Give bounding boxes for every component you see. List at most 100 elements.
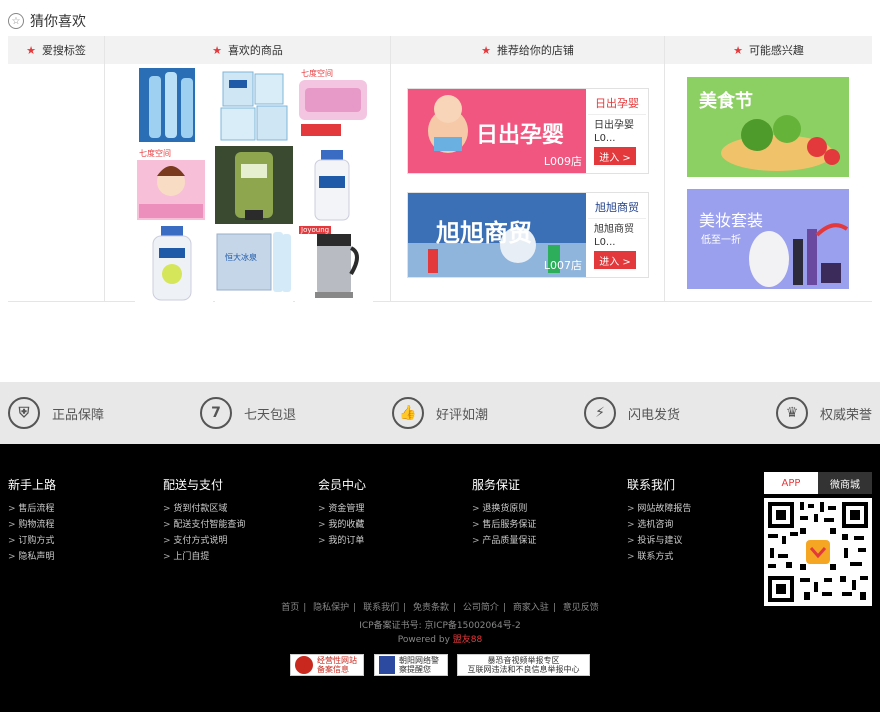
footer-link-feedback[interactable]: 意见反馈 [563, 603, 599, 613]
interest-beauty-set[interactable]: 美妆套装 低至一折 [687, 189, 849, 289]
enter-shop-button[interactable]: 进入 > [594, 251, 636, 269]
shop-card[interactable]: 旭旭商贸 L007店 旭旭商贸 旭旭商贸 L0... 进入 > [407, 192, 649, 278]
powered-by-text: Powered by [397, 635, 450, 645]
footer-link[interactable]: 我的订单 [318, 533, 366, 549]
footer-col-newbie: 新手上路 售后流程 购物流程 订购方式 隐私声明 [8, 476, 56, 565]
guarantee-item: ⛨ 正品保障 [8, 396, 104, 430]
product-safeguard-lotion[interactable] [135, 224, 213, 302]
footer-link[interactable]: 配送支付智能查询 [163, 517, 245, 533]
interest-column-header: ★ 可能感兴趣 [665, 36, 872, 64]
star-icon: ★ [733, 43, 743, 57]
footer-link[interactable]: 产品质量保证 [472, 533, 536, 549]
shop-name: 旭旭商贸 [594, 224, 634, 235]
footer-col-title: 会员中心 [318, 478, 367, 492]
footer-col-service: 服务保证 退换货原则 售后服务保证 产品质量保证 [472, 476, 536, 549]
footer-link[interactable]: 支付方式说明 [163, 533, 245, 549]
crown-icon: ♛ [776, 397, 808, 429]
star-icon: ★ [212, 43, 222, 57]
guarantee-bar: ⛨ 正品保障 7 七天包退 👍 好评如潮 ⚡ 闪电发货 ♛ 权威荣誉 [0, 382, 880, 444]
footer-link-home[interactable]: 首页 [281, 603, 299, 613]
shop-logo: 日出孕婴 [588, 91, 646, 115]
product-water-case[interactable]: 恒大冰泉 [215, 224, 293, 302]
product-tissue-packs[interactable] [215, 66, 293, 144]
badge-business-site[interactable]: 经营性网站 备案信息 [290, 654, 364, 676]
tags-column: ★ 爱搜标签 [8, 36, 105, 302]
footer-link-privacy[interactable]: 隐私保护 [313, 603, 349, 613]
lightning-icon: ⚡ [584, 397, 616, 429]
footer-link[interactable]: 货到付款区域 [163, 501, 245, 517]
footer-link[interactable]: 我的收藏 [318, 517, 366, 533]
shops-column: ★ 推荐给你的店铺 日出孕婴 L009店 日出孕婴 日出孕婴 L0... 进入 >… [391, 36, 665, 302]
badge-line: 备案信息 [317, 665, 349, 674]
icp-license: ICP备案证书号: 京ICP备15002064号-2 [359, 621, 521, 631]
interest-title: 美食节 [699, 91, 753, 112]
guarantee-label: 权威荣誉 [820, 407, 873, 423]
shop-info: 旭旭商贸 旭旭商贸 L0... 进入 > [586, 193, 648, 277]
shop-store-number: L007店 [543, 259, 582, 272]
badge-report-center[interactable]: 暴恐音视频举报专区 互联网违法和不良信息举报中心 [457, 654, 590, 676]
guarantee-item: 👍 好评如潮 [392, 396, 488, 430]
powered-by-brand[interactable]: 盟友88 [453, 635, 482, 645]
footer-link[interactable]: 投诉与建议 [627, 533, 691, 549]
guarantee-label: 好评如潮 [436, 407, 489, 423]
badge-line: 朝阳网络警 [399, 656, 439, 665]
product-sanitary-pads[interactable]: 七度空间 [295, 66, 373, 144]
footer-link-merchant[interactable]: 商家入驻 [513, 603, 549, 613]
footer-link[interactable]: 售后流程 [8, 501, 56, 517]
shop-banner[interactable]: 旭旭商贸 L007店 [408, 193, 586, 277]
qr-code [764, 498, 872, 606]
shop-code: L0... [594, 133, 616, 144]
interest-food-festival[interactable]: 美食节 [687, 77, 849, 177]
footer-link[interactable]: 上门自提 [163, 549, 245, 565]
enter-shop-button[interactable]: 进入 > [594, 147, 636, 165]
badge-line: 察提醒您 [399, 665, 431, 674]
footer-link[interactable]: 隐私声明 [8, 549, 56, 565]
footer-link-disclaimer[interactable]: 免责条款 [413, 603, 449, 613]
product-water-bottles[interactable] [135, 66, 213, 144]
footer-link-contact[interactable]: 联系我们 [363, 603, 399, 613]
product-soymilk-maker[interactable]: Joyoung [295, 224, 373, 302]
tags-column-header: ★ 爱搜标签 [8, 36, 104, 64]
shops-column-header: ★ 推荐给你的店铺 [391, 36, 664, 64]
product-label: Joyoung [299, 226, 332, 234]
footer-link[interactable]: 资金管理 [318, 501, 366, 517]
products-column: ★ 喜欢的商品 七度空间 七度空间 恒大冰泉 Joyoung [105, 36, 391, 302]
tab-app[interactable]: APP [764, 472, 818, 494]
footer-link[interactable]: 退换货原则 [472, 501, 536, 517]
tab-wechat-mall[interactable]: 微商城 [818, 472, 872, 494]
guarantee-item: ♛ 权威荣誉 [776, 396, 872, 430]
product-pads-box[interactable]: 七度空间 [135, 146, 213, 224]
shop-code: L0... [594, 237, 616, 248]
guarantee-item: 7 七天包退 [200, 396, 296, 430]
product-label: 七度空间 [139, 149, 171, 158]
footer-link[interactable]: 网站故障报告 [627, 501, 691, 517]
shield-icon: ⛨ [8, 397, 40, 429]
interest-subtitle: 低至一折 [701, 235, 741, 246]
footer-link[interactable]: 联系方式 [627, 549, 691, 565]
star-outline-icon: ☆ [8, 13, 24, 29]
star-icon: ★ [481, 43, 491, 57]
footer-link[interactable]: 购物流程 [8, 517, 56, 533]
footer-link[interactable]: 售后服务保证 [472, 517, 536, 533]
product-safeguard-bottle[interactable] [295, 146, 373, 224]
footer-link[interactable]: 选机咨询 [627, 517, 691, 533]
shop-info: 日出孕婴 日出孕婴 L0... 进入 > [586, 89, 648, 173]
badge-chaoyang-police[interactable]: 朝阳网络警 察提醒您 [374, 654, 448, 676]
shop-card[interactable]: 日出孕婴 L009店 日出孕婴 日出孕婴 L0... 进入 > [407, 88, 649, 174]
badge-line: 暴恐音视频举报专区 [487, 656, 560, 665]
product-label: 七度空间 [301, 69, 333, 78]
product-label: 恒大冰泉 [225, 253, 257, 262]
shop-banner-title: 旭旭商贸 [436, 219, 532, 247]
badge-line: 经营性网站 [317, 656, 357, 665]
product-green-tube[interactable] [215, 146, 293, 224]
police-emblem-icon [295, 656, 313, 674]
tags-column-title: 爱搜标签 [41, 44, 86, 57]
footer-col-title: 服务保证 [472, 478, 521, 492]
shop-logo: 旭旭商贸 [588, 195, 646, 219]
shop-banner[interactable]: 日出孕婴 L009店 [408, 89, 586, 173]
shop-store-number: L009店 [543, 155, 582, 168]
footer-link-about[interactable]: 公司简介 [463, 603, 499, 613]
shops-column-title: 推荐给你的店铺 [496, 44, 574, 57]
footer-col-delivery: 配送与支付 货到付款区域 配送支付智能查询 支付方式说明 上门自提 [163, 476, 245, 565]
footer-link[interactable]: 订购方式 [8, 533, 56, 549]
